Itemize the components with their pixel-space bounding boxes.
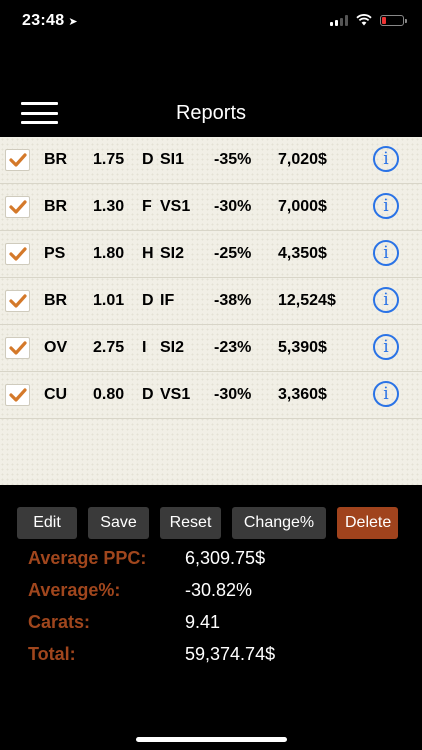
- checkmark-icon: [9, 388, 27, 402]
- stat-label: Average%:: [28, 580, 121, 600]
- nav-bar: Reports: [0, 90, 422, 136]
- cell-price: 12,524$: [278, 292, 336, 309]
- cell-price: 7,000$: [278, 198, 327, 215]
- action-toolbar: Edit Save Reset Change% Delete: [17, 507, 398, 539]
- cell-clarity: VS1: [160, 386, 191, 403]
- status-bar: 23:48 ➤: [0, 0, 422, 44]
- table-row[interactable]: BR 1.01 D IF -38% 12,524$ i: [0, 278, 422, 325]
- cell-color: I: [142, 339, 147, 356]
- battery-icon: [380, 14, 407, 26]
- row-checkbox[interactable]: [5, 196, 30, 218]
- cell-price: 4,350$: [278, 245, 327, 262]
- table-row[interactable]: PS 1.80 H SI2 -25% 4,350$ i: [0, 231, 422, 278]
- checkmark-icon: [9, 200, 27, 214]
- cell-percent: -23%: [214, 339, 252, 356]
- checkmark-icon: [9, 153, 27, 167]
- cell-percent: -30%: [214, 386, 252, 403]
- cell-percent: -35%: [214, 151, 252, 168]
- table-row[interactable]: BR 1.75 D SI1 -35% 7,020$ i: [0, 137, 422, 184]
- cell-color: D: [142, 292, 154, 309]
- info-icon[interactable]: i: [373, 193, 399, 219]
- stat-value: -30.82%: [185, 580, 253, 600]
- page-title: Reports: [175, 102, 247, 124]
- cell-shape: BR: [44, 292, 68, 309]
- cell-shape: CU: [44, 386, 68, 403]
- cell-percent: -38%: [214, 292, 252, 309]
- location-arrow-icon: ➤: [68, 16, 78, 28]
- reset-button[interactable]: Reset: [160, 507, 221, 539]
- stat-label: Average PPC:: [28, 548, 147, 568]
- cell-carat: 1.30: [93, 198, 125, 215]
- cell-carat: 1.75: [93, 151, 125, 168]
- home-indicator[interactable]: [136, 737, 287, 742]
- cell-clarity: VS1: [160, 198, 191, 215]
- table-row[interactable]: OV 2.75 I SI2 -23% 5,390$ i: [0, 325, 422, 372]
- cell-shape: BR: [44, 151, 68, 168]
- save-button[interactable]: Save: [88, 507, 149, 539]
- info-icon[interactable]: i: [373, 334, 399, 360]
- signal-icon: [330, 14, 348, 26]
- cell-clarity: SI2: [160, 339, 185, 356]
- row-checkbox[interactable]: [5, 243, 30, 265]
- info-icon[interactable]: i: [373, 146, 399, 172]
- checkmark-icon: [9, 341, 27, 355]
- cell-price: 5,390$: [278, 339, 327, 356]
- cell-carat: 1.80: [93, 245, 125, 262]
- info-icon[interactable]: i: [373, 287, 399, 313]
- cell-shape: PS: [44, 245, 66, 262]
- stat-value: 59,374.74$: [185, 644, 276, 664]
- cell-price: 3,360$: [278, 386, 327, 403]
- cell-percent: -25%: [214, 245, 252, 262]
- cell-shape: BR: [44, 198, 68, 215]
- info-icon[interactable]: i: [373, 381, 399, 407]
- change-percent-button[interactable]: Change%: [232, 507, 326, 539]
- stat-label: Total:: [28, 644, 76, 664]
- cell-clarity: SI1: [160, 151, 185, 168]
- info-icon[interactable]: i: [373, 240, 399, 266]
- cell-percent: -30%: [214, 198, 252, 215]
- wifi-icon: [356, 14, 372, 26]
- delete-button[interactable]: Delete: [337, 507, 398, 539]
- edit-button[interactable]: Edit: [17, 507, 77, 539]
- row-checkbox[interactable]: [5, 149, 30, 171]
- stat-label: Carats:: [28, 612, 91, 632]
- cell-color: F: [142, 198, 152, 215]
- status-indicators: [330, 14, 407, 26]
- cell-color: D: [142, 151, 154, 168]
- checkmark-icon: [9, 294, 27, 308]
- cell-shape: OV: [44, 339, 68, 356]
- status-time: 23:48 ➤: [22, 12, 78, 30]
- stat-value: 6,309.75$: [185, 548, 266, 568]
- status-time-text: 23:48: [22, 12, 65, 29]
- cell-color: D: [142, 386, 154, 403]
- table-row[interactable]: BR 1.30 F VS1 -30% 7,000$ i: [0, 184, 422, 231]
- cell-clarity: IF: [160, 292, 175, 309]
- stat-value: 9.41: [185, 612, 221, 632]
- cell-carat: 1.01: [93, 292, 125, 309]
- cell-carat: 2.75: [93, 339, 125, 356]
- checkmark-icon: [9, 247, 27, 261]
- cell-carat: 0.80: [93, 386, 125, 403]
- row-checkbox[interactable]: [5, 290, 30, 312]
- battery-fill: [382, 16, 386, 24]
- row-checkbox[interactable]: [5, 337, 30, 359]
- report-list[interactable]: BR 1.75 D SI1 -35% 7,020$ i BR 1.30 F VS1 -30% 7,000…: [0, 137, 422, 485]
- cell-price: 7,020$: [278, 151, 327, 168]
- table-row[interactable]: CU 0.80 D VS1 -30% 3,360$ i: [0, 372, 422, 419]
- row-checkbox[interactable]: [5, 384, 30, 406]
- cell-color: H: [142, 245, 154, 262]
- cell-clarity: SI2: [160, 245, 185, 262]
